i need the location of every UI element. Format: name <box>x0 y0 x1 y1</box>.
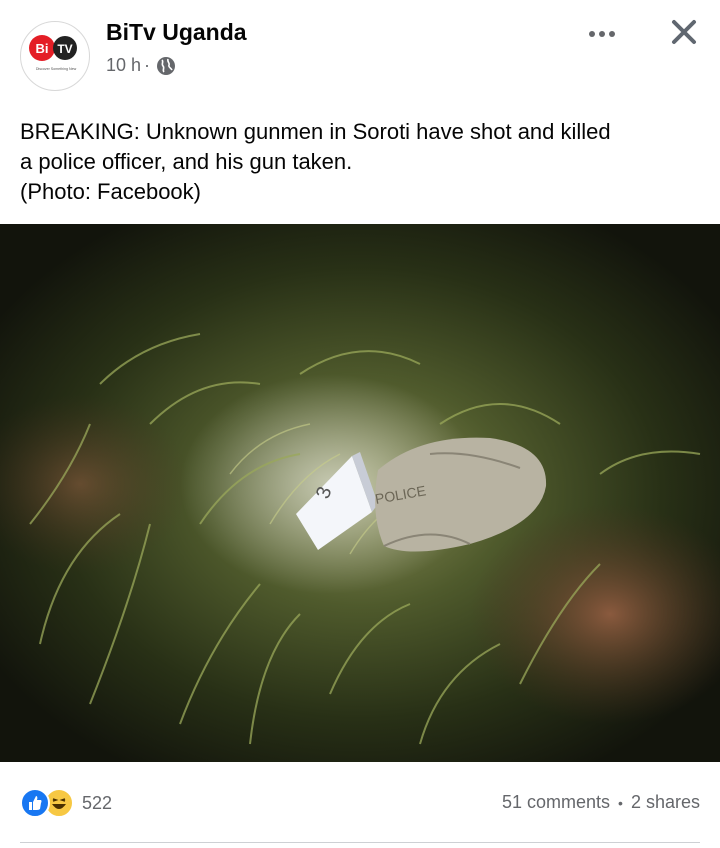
post-photo[interactable]: 3 POLICE <box>0 224 720 762</box>
footer-divider <box>20 842 700 843</box>
logo-text-right: TV <box>57 42 72 56</box>
like-reaction-icon <box>20 788 50 818</box>
post-time[interactable]: 10 h <box>106 55 141 76</box>
reactions-summary[interactable]: 522 <box>20 788 112 818</box>
post-text-line: a police officer, and his gun taken. <box>20 149 353 174</box>
logo-text-left: Bi <box>36 41 49 56</box>
comments-count-link[interactable]: 51 comments <box>502 792 610 813</box>
page-name[interactable]: BiTv Uganda <box>106 19 247 46</box>
page-avatar[interactable]: Bi TV Discover Something New <box>20 21 90 91</box>
close-icon[interactable] <box>666 14 702 50</box>
post-engagement-bar: 522 51 comments • 2 shares <box>0 770 720 840</box>
meta-separator: · <box>144 55 151 75</box>
logo-tagline: Discover Something New <box>36 67 77 71</box>
post-meta: 10 h · <box>106 55 176 76</box>
reaction-count: 522 <box>82 792 113 813</box>
shares-count-link[interactable]: 2 shares <box>631 792 700 813</box>
post-stats: 51 comments • 2 shares <box>502 792 700 813</box>
post-text-line: (Photo: Facebook) <box>20 179 201 204</box>
post-text-line: BREAKING: Unknown gunmen in Soroti have … <box>20 119 611 144</box>
globe-icon <box>156 56 176 76</box>
stats-separator: • <box>618 794 623 811</box>
post-text: BREAKING: Unknown gunmen in Soroti have … <box>20 117 700 207</box>
more-options-icon[interactable] <box>580 22 624 46</box>
post-header: Bi TV Discover Something New BiTv Uganda… <box>0 0 720 105</box>
